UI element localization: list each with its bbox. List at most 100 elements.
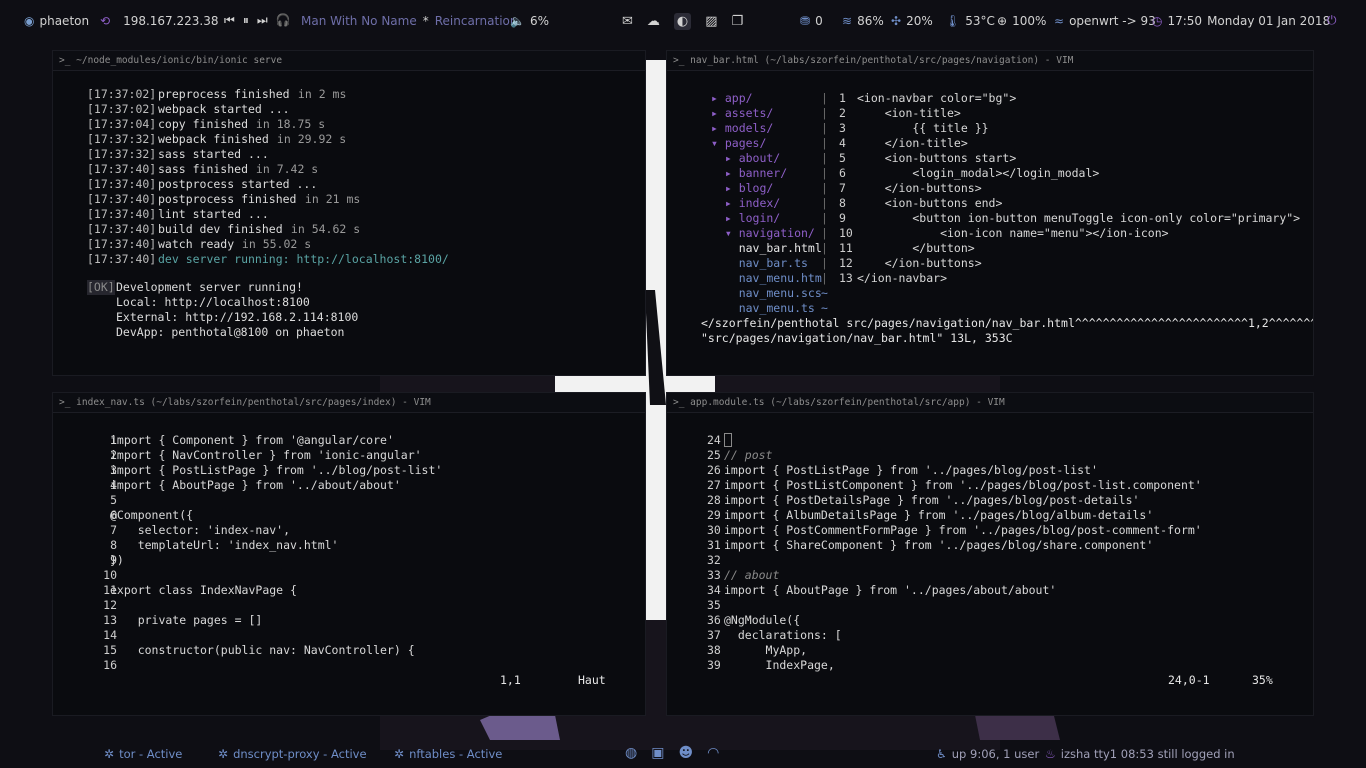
line-number: 5: [839, 151, 846, 165]
vim-index-nav[interactable]: >_ index_nav.ts (~/labs/szorfein/penthot…: [52, 392, 646, 716]
log-message: webpack started ...: [158, 102, 290, 116]
cloud-icon[interactable]: ☁: [647, 15, 660, 28]
split-separator: |: [821, 121, 828, 135]
file-tree-item: nav_bar.ts: [711, 256, 808, 270]
vim-title-text: index_nav.ts (~/labs/szorfein/penthotal/…: [76, 397, 431, 408]
terminal-output: [17:37:02] preprocess finished in 2 ms [17…: [53, 71, 645, 375]
file-tree-item: nav_menu.htm: [711, 271, 822, 285]
volume-widget[interactable]: 🔈 6%: [510, 14, 549, 28]
clock-time: 17:50: [1167, 14, 1203, 28]
log-timestamp: [17:37:32]: [87, 132, 157, 146]
line-number: 12: [103, 598, 117, 612]
code-line: <ion-title>: [857, 106, 961, 120]
now-playing[interactable]: Man With No Name * Reincarnation: [301, 14, 517, 28]
code-line: import { AboutPage } from '../about/abou…: [110, 478, 401, 492]
copy-icon[interactable]: ❐: [732, 15, 744, 28]
vim-statusline: </szorfein/penthotal src/pages/navigatio…: [701, 316, 1313, 330]
pause-icon[interactable]: ⏸: [243, 14, 249, 26]
line-number: 4: [839, 136, 846, 150]
scroll-position: Haut: [578, 673, 606, 687]
line-number: 3: [839, 121, 846, 135]
os-logo-icon: ◉: [24, 14, 35, 28]
vim-title-text: nav_bar.html (~/labs/szorfein/penthotal/…: [690, 55, 1074, 66]
service-gear-icon: ✲: [218, 747, 229, 761]
image-icon[interactable]: ▨: [705, 15, 717, 28]
signal-icon[interactable]: ◠: [707, 746, 719, 760]
line-number: 12: [839, 256, 853, 270]
code-line: import { PostDetailsPage } from '../page…: [724, 493, 1140, 507]
log-timestamp: [17:37:40]: [87, 207, 157, 221]
terminal-ionic-serve[interactable]: >_ ~/node_modules/ionic/bin/ionic serve …: [52, 50, 646, 376]
log-timestamp: [17:37:40]: [87, 237, 157, 251]
next-track-icon[interactable]: ⏭: [257, 14, 268, 26]
refresh-icon[interactable]: ◐: [673, 13, 692, 30]
line-number: 32: [707, 553, 721, 567]
log-duration: in 54.62 s: [284, 222, 361, 236]
log-timestamp: [17:37:40]: [87, 177, 157, 191]
power-widget[interactable]: ⏻: [1327, 14, 1337, 26]
vim-buffer: ▸ app/▸ assets/▸ models/▾ pages/ ▸ about…: [667, 71, 1313, 375]
line-number: 5: [110, 493, 117, 507]
split-separator: |: [821, 151, 828, 165]
ip-address: 198.167.223.38: [123, 14, 219, 28]
file-tree-item: nav_menu.ts: [711, 301, 815, 315]
vim-message: "src/pages/navigation/nav_bar.html" 13L,…: [701, 331, 1013, 345]
memory-icon: ≋: [842, 14, 853, 28]
wifi-widget: ≈ openwrt -> 93: [1054, 14, 1156, 28]
host-widget: ◉ phaeton: [24, 14, 89, 28]
split-separator: |: [821, 181, 828, 195]
code-line: <ion-icon name="menu"></ion-icon>: [857, 226, 1169, 240]
vim-title: >_ index_nav.ts (~/labs/szorfein/penthot…: [53, 393, 645, 413]
fan-icon: ✣: [891, 14, 902, 28]
globe-icon[interactable]: ◍: [625, 746, 637, 760]
log-duration: in 29.92 s: [270, 132, 347, 146]
vim-title: >_ app.module.ts (~/labs/szorfein/pentho…: [667, 393, 1313, 413]
line-number: 9: [839, 211, 846, 225]
split-separator: |: [821, 136, 828, 150]
network-icon: ⟲: [100, 14, 111, 28]
service-label: dnscrypt-proxy - Active: [233, 747, 367, 761]
person-icon: ♿: [936, 747, 947, 761]
clock-date: Monday 01 Jan 2018: [1207, 14, 1331, 28]
line-number: 2: [839, 106, 846, 120]
music-artist: Man With No Name: [301, 14, 417, 28]
vim-cursor: [724, 433, 732, 447]
code-line: import { PostListPage } from '../pages/b…: [724, 463, 1098, 477]
vim-nav-bar[interactable]: >_ nav_bar.html (~/labs/szorfein/penthot…: [666, 50, 1314, 376]
code-line: IndexPage,: [724, 658, 835, 672]
power-icon[interactable]: ⏻: [1327, 14, 1337, 26]
code-line: export class IndexNavPage {: [110, 583, 297, 597]
log-message: dev server running: http://localhost:810…: [158, 252, 449, 266]
log-timestamp: [17:37:40]: [87, 252, 157, 266]
server-devapp: DevApp: penthotal@8100 on phaeton: [116, 325, 345, 339]
line-number: 33: [707, 568, 721, 582]
log-message: sass started ...: [158, 147, 269, 161]
users-icon[interactable]: ☻: [678, 746, 693, 760]
ok-badge: [OK]: [87, 280, 115, 295]
bottom-status-bar: ✲ tor - Active ✲ dnscrypt-proxy - Active…: [0, 737, 1366, 768]
line-number: 36: [707, 613, 721, 627]
code-line: // about: [724, 568, 780, 582]
log-message: sass finished: [158, 162, 249, 176]
vim-title: >_ nav_bar.html (~/labs/szorfein/penthot…: [667, 51, 1313, 71]
code-line: @Component({: [110, 508, 194, 522]
wifi-icon: ≈: [1054, 14, 1065, 28]
line-number: 13: [839, 271, 853, 285]
previous-track-icon[interactable]: ⏮: [224, 14, 235, 26]
log-duration: in 18.75 s: [249, 117, 326, 131]
clock-widget: ◷ 17:50 Monday 01 Jan 2018: [1152, 14, 1330, 28]
code-line: private pages = []: [110, 613, 263, 627]
vim-app-module[interactable]: >_ app.module.ts (~/labs/szorfein/pentho…: [666, 392, 1314, 716]
mail-icon[interactable]: ✉: [622, 15, 633, 28]
ip-widget: ⟲ 198.167.223.38: [100, 14, 219, 28]
file-tree-item: nav_menu.scs: [711, 286, 822, 300]
picture-icon[interactable]: ▣: [651, 746, 664, 760]
code-line: @NgModule({: [724, 613, 801, 627]
line-number: 25: [707, 448, 721, 462]
log-message: postprocess started ...: [158, 177, 318, 191]
line-number: 30: [707, 523, 721, 537]
file-tree-item: ▸ models/: [711, 121, 774, 135]
code-line: </button>: [857, 241, 975, 255]
split-separator: |: [821, 166, 828, 180]
file-tree-item: ▸ login/: [711, 211, 781, 225]
